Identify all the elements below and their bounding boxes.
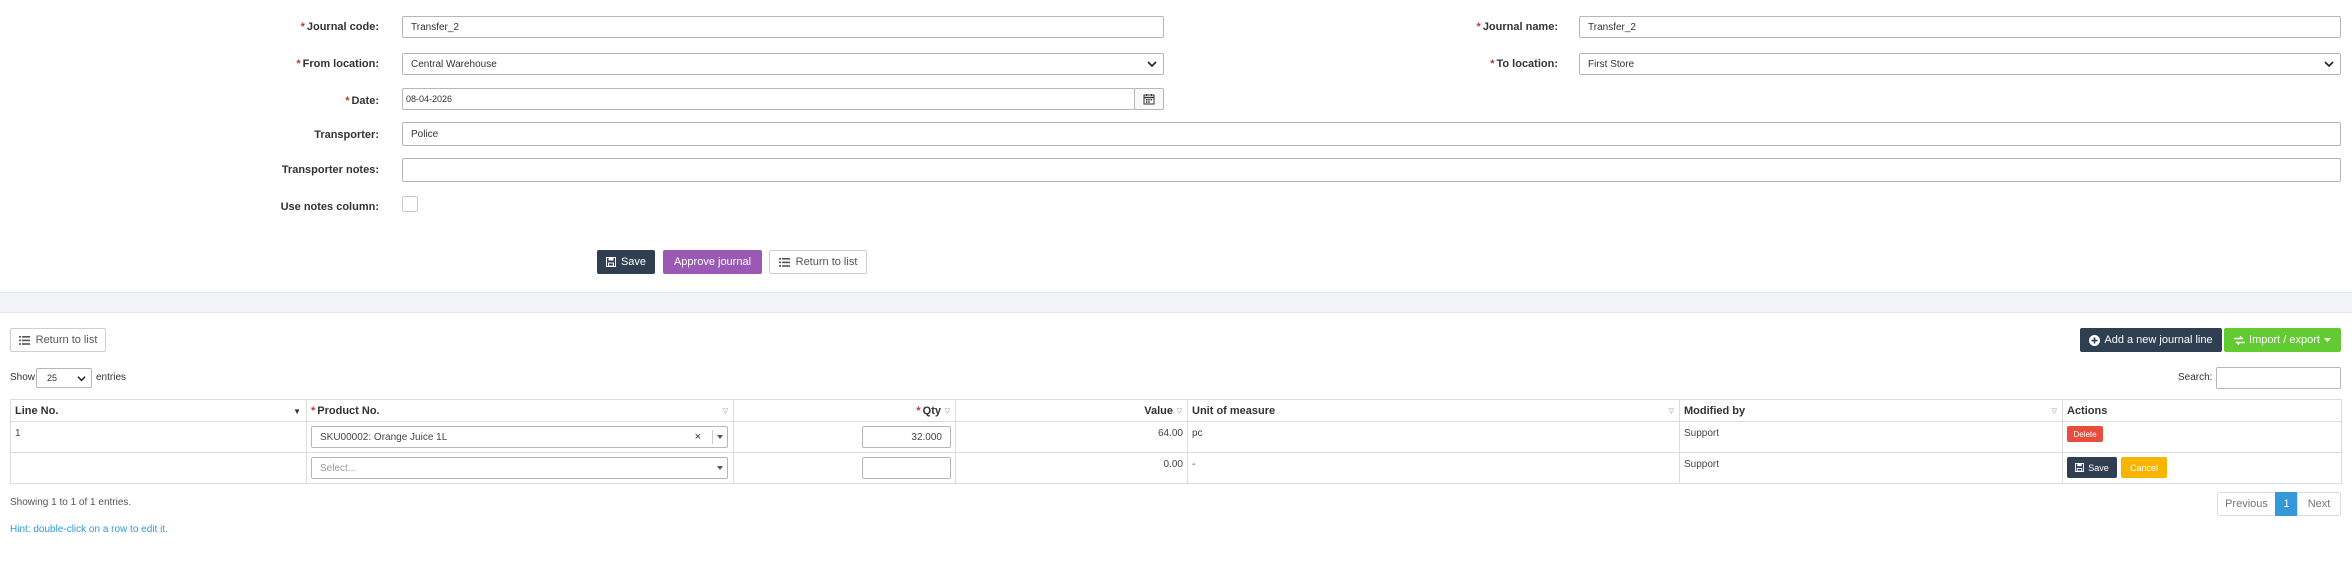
page-size-select[interactable]: 25 <box>36 368 92 388</box>
column-header-qty[interactable]: * Qty ▽ <box>733 399 956 422</box>
edit-hint-text: Hint: double-click on a row to edit it. <box>10 524 168 535</box>
floppy-disk-icon <box>605 257 616 267</box>
qty-cell: 32.000 <box>733 421 956 453</box>
line-no-cell: 1 <box>10 421 307 453</box>
calendar-icon <box>1143 94 1155 105</box>
return-to-list-button[interactable]: Return to list <box>769 250 867 274</box>
line-no-cell <box>10 452 307 484</box>
floppy-disk-icon <box>2075 463 2085 472</box>
showing-entries-text: Showing 1 to 1 of 1 entries. <box>10 497 132 508</box>
date-label: * Date: <box>345 95 379 107</box>
column-header-actions: Actions <box>2062 399 2342 422</box>
table-header-row: Line No. ▼ * Product No. ▽ * Qty ▽ Value ▽ Uni… <box>10 399 2342 422</box>
caret-down-icon <box>717 435 723 439</box>
sort-icon: ▽ <box>2051 408 2057 415</box>
plus-circle-icon <box>2089 334 2101 346</box>
qty-cell <box>733 452 956 484</box>
list-icon <box>778 257 790 267</box>
table-row[interactable]: 1 SKU00002: Orange Juice 1L × 32.000 64.… <box>10 421 2342 453</box>
caret-down-icon <box>717 466 723 470</box>
actions-cell: Save Cancel <box>2062 452 2342 484</box>
product-cell: SKU00002: Orange Juice 1L × <box>306 421 734 453</box>
chevron-down-icon <box>77 376 86 382</box>
journal-code-input[interactable]: Transfer_2 <box>402 16 1164 38</box>
journal-lines-table: Line No. ▼ * Product No. ▽ * Qty ▽ Value ▽ Uni… <box>10 399 2342 484</box>
journal-name-label: * Journal name: <box>1476 21 1558 33</box>
row-save-button[interactable]: Save <box>2067 457 2117 478</box>
column-header-value[interactable]: Value ▽ <box>955 399 1188 422</box>
sort-icon: ▽ <box>944 408 950 415</box>
unit-cell: - <box>1187 452 1680 484</box>
from-location-label: * From location: <box>296 58 379 70</box>
sort-icon: ▽ <box>722 408 728 415</box>
transporter-input[interactable]: Police <box>402 122 2341 146</box>
search-input[interactable] <box>2216 367 2341 389</box>
modified-by-cell: Support <box>1679 421 2063 453</box>
to-location-label: * To location: <box>1490 58 1558 70</box>
list-icon <box>18 335 30 345</box>
approve-journal-button[interactable]: Approve journal <box>663 250 762 274</box>
value-cell: 0.00 <box>955 452 1188 484</box>
product-select[interactable]: Select... <box>311 457 728 479</box>
chevron-down-icon <box>1147 61 1157 68</box>
next-page-button[interactable]: Next <box>2297 492 2341 516</box>
modified-by-cell: Support <box>1679 452 2063 484</box>
use-notes-column-label: Use notes column: <box>280 201 379 213</box>
transporter-notes-input[interactable] <box>402 158 2341 182</box>
lines-return-to-list-button[interactable]: Return to list <box>10 328 106 352</box>
sort-icon: ▽ <box>1668 408 1674 415</box>
unit-cell: pc <box>1187 421 1680 453</box>
sort-desc-icon: ▼ <box>293 407 301 416</box>
exchange-icon <box>2234 335 2246 345</box>
section-separator <box>0 292 2352 313</box>
product-cell: Select... <box>306 452 734 484</box>
search-label: Search: <box>2178 372 2213 383</box>
delete-button[interactable]: Delete <box>2067 426 2103 442</box>
qty-input[interactable] <box>862 457 951 479</box>
save-button[interactable]: Save <box>597 250 655 274</box>
caret-down-icon <box>2323 337 2331 342</box>
previous-page-button[interactable]: Previous <box>2217 492 2276 516</box>
clear-icon[interactable]: × <box>695 431 701 443</box>
use-notes-column-checkbox[interactable] <box>402 196 418 212</box>
column-header-line-no[interactable]: Line No. ▼ <box>10 399 307 422</box>
import-export-button[interactable]: Import / export <box>2224 328 2341 352</box>
from-location-select[interactable]: Central Warehouse <box>402 53 1164 75</box>
journal-name-input[interactable]: Transfer_2 <box>1579 16 2341 38</box>
qty-input[interactable]: 32.000 <box>862 426 951 448</box>
product-select[interactable]: SKU00002: Orange Juice 1L × <box>311 426 728 448</box>
sort-icon: ▽ <box>1176 408 1182 415</box>
calendar-button[interactable] <box>1134 88 1164 110</box>
transporter-label: Transporter: <box>314 129 379 141</box>
transporter-notes-label: Transporter notes: <box>281 164 379 176</box>
chevron-down-icon <box>2324 61 2334 68</box>
column-header-product-no[interactable]: * Product No. ▽ <box>306 399 734 422</box>
row-cancel-button[interactable]: Cancel <box>2121 457 2167 478</box>
page-1-button[interactable]: 1 <box>2275 492 2298 516</box>
journal-code-label: * Journal code: <box>300 21 379 33</box>
add-journal-line-button[interactable]: Add a new journal line <box>2080 328 2222 352</box>
table-row-new[interactable]: Select... 0.00 - Support Save Cancel <box>10 452 2342 484</box>
column-header-modified-by[interactable]: Modified by ▽ <box>1679 399 2063 422</box>
actions-cell: Delete <box>2062 421 2342 453</box>
entries-label: entries <box>96 372 127 383</box>
date-input[interactable]: 08-04-2026 <box>402 88 1135 110</box>
to-location-select[interactable]: First Store <box>1579 53 2341 75</box>
show-label: Show <box>10 372 36 383</box>
column-header-unit-of-measure[interactable]: Unit of measure ▽ <box>1187 399 1680 422</box>
value-cell: 64.00 <box>955 421 1188 453</box>
